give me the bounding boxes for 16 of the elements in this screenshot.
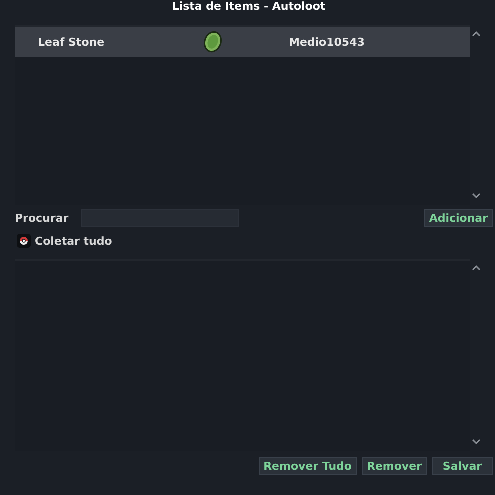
scroll-down-icon[interactable] (472, 193, 481, 199)
item-name: Leaf Stone (37, 36, 106, 48)
collect-all-label: Coletar tudo (35, 234, 112, 248)
scroll-up-icon[interactable] (472, 31, 481, 37)
search-label: Procurar (15, 212, 70, 224)
checkbox[interactable] (17, 234, 31, 248)
window-title: Lista de Items - Autoloot (171, 0, 327, 15)
scroll-down-icon[interactable] (472, 439, 481, 445)
stone-icon (203, 31, 223, 53)
item-owner: Medio10543 (289, 36, 365, 48)
action-button[interactable]: Salvar (432, 457, 493, 475)
add-button[interactable]: Adicionar (424, 209, 493, 227)
action-button[interactable]: Remover Tudo (258, 457, 357, 475)
action-button[interactable]: Remover (362, 457, 427, 475)
item-row[interactable]: Leaf Stone Medio10543 (15, 27, 470, 57)
scroll-up-icon[interactable] (472, 265, 481, 271)
